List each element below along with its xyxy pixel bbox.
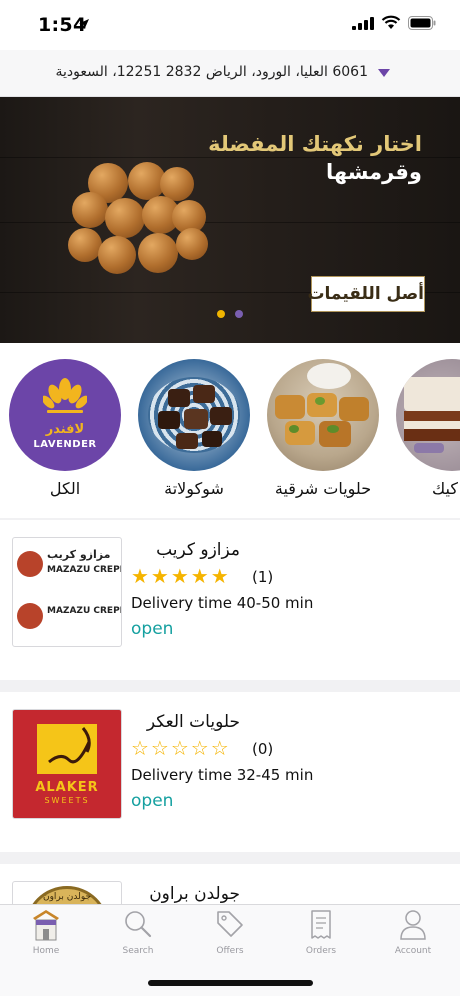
category-label-chocolate: شوكولاتة bbox=[164, 479, 224, 498]
category-oriental-sweets[interactable] bbox=[267, 359, 379, 471]
tab-orders-label: Orders bbox=[305, 946, 337, 956]
wifi-icon bbox=[381, 15, 401, 29]
tab-account-label: Account bbox=[394, 946, 432, 956]
home-icon bbox=[33, 910, 59, 941]
open-status: open bbox=[131, 619, 174, 639]
banner-headline-2: وقرمشها bbox=[326, 160, 422, 184]
alaker-logo-en: ALAKER bbox=[35, 780, 99, 795]
lavender-logo-en: LAVENDER bbox=[33, 439, 97, 450]
alaker-logo-sub: SWEETS bbox=[44, 796, 90, 805]
restaurant-logo-alaker: ALAKER SWEETS bbox=[12, 709, 122, 819]
tag-icon bbox=[217, 911, 243, 937]
category-chocolate[interactable] bbox=[138, 359, 250, 471]
banner-brand-logo: أصل اللقيمات bbox=[307, 276, 425, 312]
rating-stars: ☆☆☆☆☆ bbox=[131, 736, 231, 760]
mazazu-logo-en-1: MAZAZU CREPE bbox=[47, 565, 122, 575]
restaurant-logo-golden-brown: جولدن براون bbox=[12, 881, 122, 904]
lavender-flower-icon bbox=[43, 378, 87, 413]
mazazu-logo-ar: مزازو كريب bbox=[47, 548, 111, 561]
category-label-cake: كيك bbox=[432, 479, 458, 498]
carousel-dot-active[interactable] bbox=[217, 310, 225, 318]
restaurant-card[interactable]: ALAKER SWEETS حلويات العكر ☆☆☆☆☆ (0) Del… bbox=[0, 692, 460, 852]
golden-brown-logo-ar: جولدن براون bbox=[42, 892, 92, 902]
banner-brand-logo-text: أصل اللقيمات bbox=[307, 284, 424, 304]
delivery-address-text: 6061 العليا، الورود، الرياض 2832 12251، … bbox=[55, 64, 368, 80]
location-arrow-icon bbox=[79, 19, 89, 29]
restaurant-logo-mazazu: مزازو كريب MAZAZU CREPE MAZAZU CREPE bbox=[12, 537, 122, 647]
category-label-oriental-sweets: حلويات شرقية bbox=[274, 479, 372, 498]
chevron-down-icon[interactable] bbox=[378, 69, 390, 77]
category-all[interactable]: لافندر LAVENDER bbox=[9, 359, 121, 471]
battery-icon bbox=[408, 16, 436, 30]
restaurant-name: جولدن براون bbox=[149, 884, 240, 904]
tab-search-label: Search bbox=[122, 946, 154, 956]
lavender-logo-ar: لافندر bbox=[45, 422, 85, 437]
alaker-calligraphy-icon bbox=[48, 727, 91, 764]
home-indicator bbox=[148, 980, 313, 986]
tab-offers-label: Offers bbox=[216, 946, 244, 956]
delivery-address-bar[interactable]: 6061 العليا، الورود، الرياض 2832 12251، … bbox=[0, 50, 460, 97]
open-status: open bbox=[131, 791, 174, 811]
restaurant-card[interactable]: جولدن براون جولدن براون bbox=[0, 864, 460, 904]
signal-icon bbox=[352, 17, 374, 30]
user-icon bbox=[400, 910, 426, 940]
status-bar: 1:54 bbox=[0, 0, 460, 50]
rating-stars: ★★★★★ bbox=[131, 564, 231, 588]
carousel-dot[interactable] bbox=[235, 310, 243, 318]
restaurant-card[interactable]: مزازو كريب MAZAZU CREPE MAZAZU CREPE مزا… bbox=[0, 520, 460, 680]
banner-headline-1: اختار نكهتك المفضلة bbox=[208, 132, 422, 156]
category-label-all: الكل bbox=[49, 479, 81, 498]
search-icon bbox=[125, 911, 152, 938]
mazazu-logo-en-2: MAZAZU CREPE bbox=[47, 606, 122, 616]
tab-home-label: Home bbox=[32, 946, 60, 956]
app-screen: 1:54 6061 العليا، الورود، الرياض 2832 12… bbox=[0, 0, 460, 996]
delivery-time: Delivery time 40-50 min bbox=[131, 594, 314, 612]
receipt-icon bbox=[311, 910, 331, 939]
rating-count: (0) bbox=[252, 740, 274, 758]
rating-count: (1) bbox=[252, 568, 274, 586]
delivery-time: Delivery time 32-45 min bbox=[131, 766, 314, 784]
restaurant-name: مزازو كريب bbox=[156, 540, 240, 560]
restaurant-name: حلويات العكر bbox=[146, 712, 240, 732]
